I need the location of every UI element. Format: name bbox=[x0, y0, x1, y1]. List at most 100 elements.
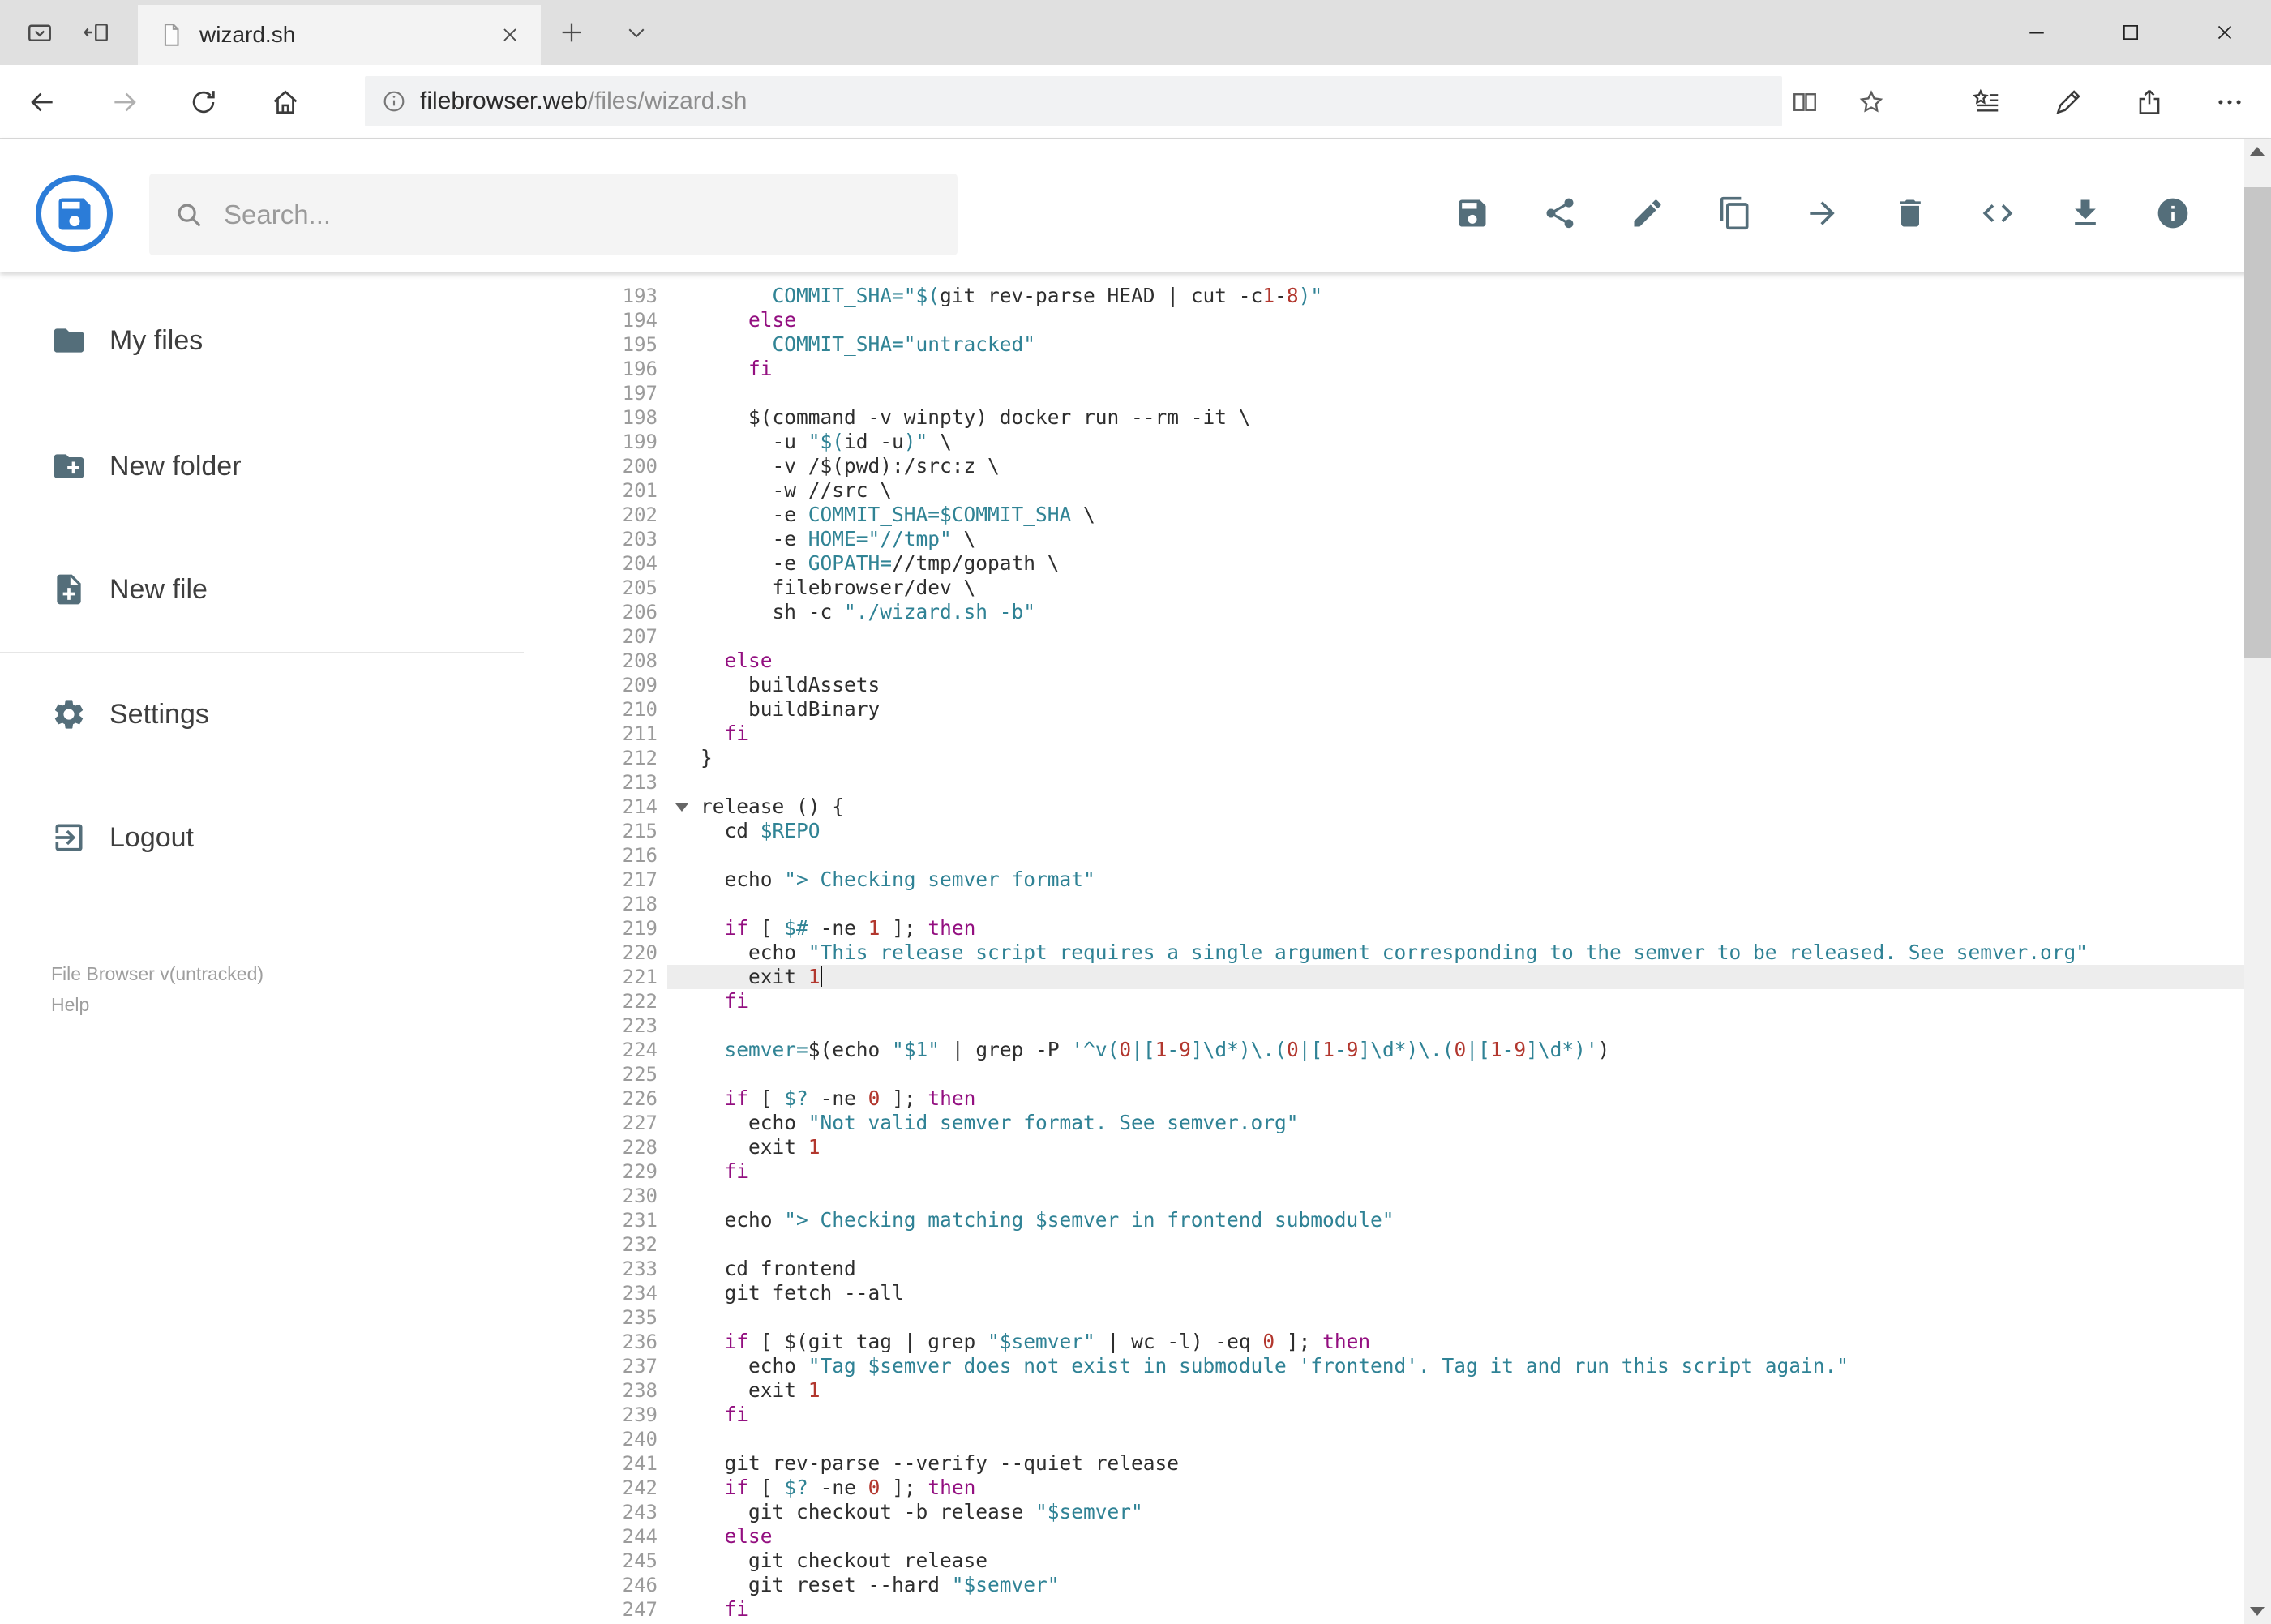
code-line[interactable]: cd $REPO bbox=[667, 819, 2244, 843]
line-number: 218 bbox=[622, 893, 658, 915]
forward-icon[interactable] bbox=[107, 84, 143, 120]
raw-viewer-icon[interactable] bbox=[1980, 195, 2016, 231]
copy-icon[interactable] bbox=[1717, 195, 1753, 231]
code-line[interactable]: -e GOPATH=//tmp/gopath \ bbox=[667, 551, 2244, 576]
code-line[interactable]: fi bbox=[667, 1597, 2244, 1622]
code-line[interactable]: semver=$(echo "$1" | grep -P '^v(0|[1-9]… bbox=[667, 1038, 2244, 1062]
code-line[interactable]: -e HOME="//tmp" \ bbox=[667, 527, 2244, 551]
info-icon[interactable] bbox=[2155, 195, 2191, 231]
code-line[interactable] bbox=[667, 1013, 2244, 1038]
home-icon[interactable] bbox=[268, 84, 303, 120]
code-line[interactable]: echo "> Checking matching $semver in fro… bbox=[667, 1208, 2244, 1232]
site-info-icon[interactable] bbox=[381, 88, 407, 114]
code-line[interactable] bbox=[667, 770, 2244, 795]
code-line[interactable]: git checkout release bbox=[667, 1549, 2244, 1573]
minimize-button[interactable] bbox=[2004, 8, 2069, 57]
rename-icon[interactable] bbox=[1630, 195, 1665, 231]
search-box[interactable] bbox=[149, 174, 958, 255]
code-line[interactable]: filebrowser/dev \ bbox=[667, 576, 2244, 600]
code-line[interactable]: if [ $# -ne 1 ]; then bbox=[667, 916, 2244, 941]
code-line[interactable]: echo "Tag $semver does not exist in subm… bbox=[667, 1354, 2244, 1378]
code-line[interactable]: else bbox=[667, 1524, 2244, 1549]
tab-list-chevron-icon[interactable] bbox=[618, 14, 655, 51]
filebrowser-logo[interactable] bbox=[36, 175, 113, 252]
code-line[interactable]: buildAssets bbox=[667, 673, 2244, 697]
code-line[interactable]: echo "Not valid semver format. See semve… bbox=[667, 1111, 2244, 1135]
sidebar-item-settings[interactable]: Settings bbox=[0, 679, 524, 749]
close-button[interactable] bbox=[2192, 8, 2257, 57]
code-line[interactable]: if [ $? -ne 0 ]; then bbox=[667, 1476, 2244, 1500]
reading-view-icon[interactable] bbox=[1787, 84, 1823, 120]
help-link[interactable]: Help bbox=[51, 989, 264, 1020]
code-line[interactable] bbox=[667, 1305, 2244, 1330]
code-line[interactable]: -w //src \ bbox=[667, 478, 2244, 503]
code-line[interactable]: exit 1 bbox=[667, 965, 2244, 989]
web-note-icon[interactable] bbox=[2050, 84, 2086, 120]
tab-preview-icon[interactable] bbox=[21, 14, 58, 51]
code-line[interactable]: fi bbox=[667, 722, 2244, 746]
download-icon[interactable] bbox=[2067, 195, 2103, 231]
back-icon[interactable] bbox=[24, 84, 60, 120]
code-line[interactable]: else bbox=[667, 649, 2244, 673]
address-bar[interactable]: filebrowser.web/files/wizard.sh bbox=[365, 76, 1782, 126]
code-line[interactable] bbox=[667, 1427, 2244, 1451]
code-line[interactable]: exit 1 bbox=[667, 1135, 2244, 1159]
code-line[interactable]: fi bbox=[667, 989, 2244, 1013]
code-line[interactable]: if [ $? -ne 0 ]; then bbox=[667, 1086, 2244, 1111]
share-file-icon[interactable] bbox=[1542, 195, 1578, 231]
code-line[interactable]: exit 1 bbox=[667, 1378, 2244, 1403]
save-icon[interactable] bbox=[1455, 195, 1490, 231]
page-scrollbar[interactable] bbox=[2244, 139, 2271, 1624]
maximize-button[interactable] bbox=[2098, 8, 2163, 57]
code-line[interactable]: fi bbox=[667, 1159, 2244, 1184]
sidebar-item-logout[interactable]: Logout bbox=[0, 803, 524, 872]
code-line[interactable]: else bbox=[667, 308, 2244, 332]
move-icon[interactable] bbox=[1805, 195, 1840, 231]
delete-icon[interactable] bbox=[1892, 195, 1928, 231]
code-line[interactable] bbox=[667, 1232, 2244, 1257]
scroll-down-icon[interactable] bbox=[2250, 1607, 2265, 1616]
browser-tab[interactable]: wizard.sh bbox=[138, 5, 541, 65]
code-line[interactable]: git checkout -b release "$semver" bbox=[667, 1500, 2244, 1524]
code-line[interactable]: } bbox=[667, 746, 2244, 770]
code-line[interactable]: if [ $(git tag | grep "$semver" | wc -l)… bbox=[667, 1330, 2244, 1354]
sidebar-item-my-files[interactable]: My files bbox=[0, 306, 524, 375]
code-line[interactable] bbox=[667, 624, 2244, 649]
scroll-up-icon[interactable] bbox=[2250, 147, 2265, 156]
code-line[interactable]: release () { bbox=[667, 795, 2244, 819]
code-line[interactable]: cd frontend bbox=[667, 1257, 2244, 1281]
code-line[interactable] bbox=[667, 1062, 2244, 1086]
code-line[interactable] bbox=[667, 381, 2244, 405]
share-icon[interactable] bbox=[2132, 84, 2167, 120]
code-line[interactable]: echo "> Checking semver format" bbox=[667, 868, 2244, 892]
code-line[interactable]: $(command -v winpty) docker run --rm -it… bbox=[667, 405, 2244, 430]
scrollbar-thumb[interactable] bbox=[2244, 187, 2271, 658]
new-tab-icon[interactable] bbox=[553, 14, 590, 51]
favorite-star-icon[interactable] bbox=[1853, 84, 1889, 120]
code-line[interactable]: COMMIT_SHA="untracked" bbox=[667, 332, 2244, 357]
code-line[interactable]: sh -c "./wizard.sh -b" bbox=[667, 600, 2244, 624]
more-options-icon[interactable] bbox=[2212, 84, 2247, 120]
code-editor[interactable]: 193 194 195 196 197 198 199 200 201 202 203 204 205 2… bbox=[590, 272, 2244, 1624]
hub-icon[interactable] bbox=[1969, 84, 2004, 120]
refresh-icon[interactable] bbox=[186, 84, 221, 120]
code-line[interactable]: buildBinary bbox=[667, 697, 2244, 722]
code-line[interactable] bbox=[667, 843, 2244, 868]
code-line[interactable]: echo "This release script requires a sin… bbox=[667, 941, 2244, 965]
code-line[interactable]: git fetch --all bbox=[667, 1281, 2244, 1305]
code-line[interactable]: -v /$(pwd):/src:z \ bbox=[667, 454, 2244, 478]
code-line[interactable]: fi bbox=[667, 357, 2244, 381]
code-line[interactable] bbox=[667, 892, 2244, 916]
code-line[interactable]: -e COMMIT_SHA=$COMMIT_SHA \ bbox=[667, 503, 2244, 527]
sidebar-item-new-folder[interactable]: New folder bbox=[0, 431, 524, 501]
code-line[interactable]: git rev-parse --verify --quiet release bbox=[667, 1451, 2244, 1476]
code-line[interactable] bbox=[667, 1184, 2244, 1208]
code-line[interactable]: git reset --hard "$semver" bbox=[667, 1573, 2244, 1597]
sidebar-item-new-file[interactable]: New file bbox=[0, 555, 524, 624]
search-input[interactable] bbox=[224, 199, 933, 230]
code-line[interactable]: fi bbox=[667, 1403, 2244, 1427]
tab-close-icon[interactable] bbox=[499, 24, 521, 46]
code-line[interactable]: -u "$(id -u)" \ bbox=[667, 430, 2244, 454]
set-tabs-aside-icon[interactable] bbox=[78, 14, 115, 51]
code-line[interactable]: COMMIT_SHA="$(git rev-parse HEAD | cut -… bbox=[667, 284, 2244, 308]
